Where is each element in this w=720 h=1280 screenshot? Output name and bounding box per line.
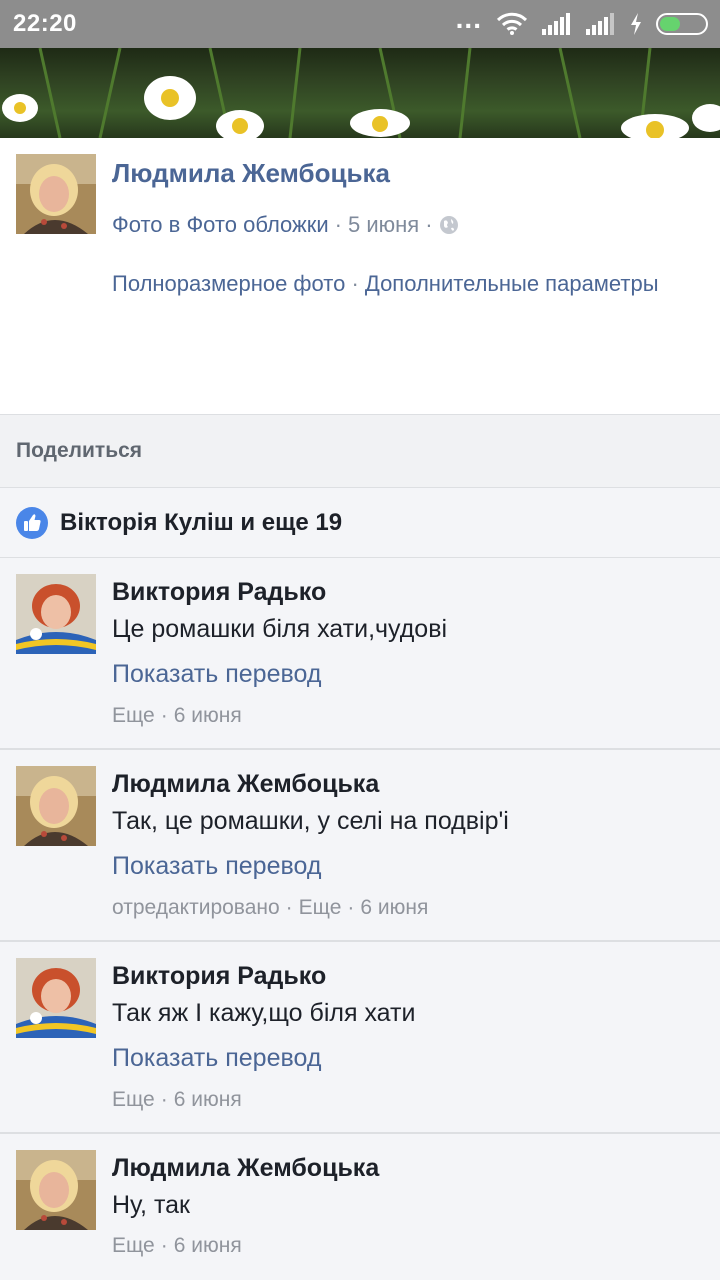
separator: · (160, 1088, 168, 1111)
signal-icon-1 (542, 13, 570, 35)
avatar[interactable] (16, 1150, 96, 1230)
separator: · (347, 896, 355, 919)
more-options-link[interactable]: Дополнительные параметры (365, 271, 659, 296)
status-bar: 22:20 ... (0, 0, 720, 48)
show-translation-link[interactable]: Показать перевод (112, 1044, 321, 1073)
separator: · (160, 1234, 168, 1257)
comment-meta: Еще · 6 июня (112, 704, 242, 728)
comment-date: 6 июня (173, 1088, 242, 1111)
comment-author[interactable]: Людмила Жембоцька (112, 770, 379, 799)
share-bar[interactable]: Поделиться (0, 415, 720, 488)
comment-meta: Еще · 6 июня (112, 1088, 242, 1112)
avatar[interactable] (16, 766, 96, 846)
more-link[interactable]: Еще (112, 704, 155, 727)
separator: · (160, 704, 168, 727)
comment-author[interactable]: Виктория Радько (112, 578, 326, 607)
likes-summary[interactable]: Вікторія Куліш и еще 19 (60, 509, 342, 537)
separator: · (285, 896, 293, 919)
show-translation-link[interactable]: Показать перевод (112, 660, 321, 689)
more-link[interactable]: Еще (112, 1234, 155, 1257)
separator: · (351, 271, 359, 296)
more-link[interactable]: Еще (112, 1088, 155, 1111)
cover-photo[interactable] (0, 48, 720, 138)
comment-text: Так, це ромашки, у селі на подвір'і (112, 807, 509, 835)
like-icon (16, 507, 48, 539)
post-meta: Фото в Фото обложки · 5 июня · (112, 212, 459, 238)
avatar[interactable] (16, 574, 96, 654)
more-notifications-icon: ... (455, 3, 482, 34)
post-links: Полноразмерное фото · Дополнительные пар… (112, 260, 672, 308)
comment: Людмила Жембоцька Так, це ромашки, у сел… (0, 750, 720, 942)
status-time: 22:20 (13, 10, 77, 37)
comment: Виктория Радько Так яж І кажу,що біля ха… (0, 942, 720, 1134)
comment: Людмила Жембоцька Ну, так Еще · 6 июня (0, 1134, 720, 1280)
comment-author[interactable]: Людмила Жембоцька (112, 1154, 379, 1183)
comment-date: 6 июня (360, 896, 429, 919)
battery-level (660, 17, 680, 31)
post-author[interactable]: Людмила Жембоцька (112, 158, 390, 189)
full-size-photo-link[interactable]: Полноразмерное фото (112, 271, 345, 296)
comment-text: Ну, так (112, 1191, 190, 1219)
photo-post: Людмила Жембоцька Фото в Фото обложки · … (0, 138, 720, 415)
avatar[interactable] (16, 958, 96, 1038)
wifi-icon (496, 12, 528, 35)
comment-text: Так яж І кажу,що біля хати (112, 999, 416, 1027)
edited-label: отредактировано (112, 896, 280, 919)
globe-icon (439, 216, 458, 234)
comment-author[interactable]: Виктория Радько (112, 962, 326, 991)
comment-date: 6 июня (173, 704, 242, 727)
comment: Виктория Радько Це ромашки біля хати,чуд… (0, 558, 720, 750)
comment-text: Це ромашки біля хати,чудові (112, 615, 448, 643)
separator: · (425, 212, 433, 237)
share-button[interactable]: Поделиться (16, 439, 142, 463)
comment-meta: Еще · 6 июня (112, 1234, 242, 1258)
post-date[interactable]: 5 июня (348, 212, 419, 238)
comment-meta: отредактировано · Еще · 6 июня (112, 896, 428, 920)
album-link[interactable]: Фото в Фото обложки (112, 212, 329, 238)
show-translation-link[interactable]: Показать перевод (112, 852, 321, 881)
avatar[interactable] (16, 154, 96, 234)
daisies-image (2, 48, 720, 138)
more-link[interactable]: Еще (299, 896, 342, 919)
comment-date: 6 июня (173, 1234, 242, 1257)
battery-icon (656, 13, 708, 35)
charging-icon (631, 13, 641, 35)
separator: · (334, 212, 342, 237)
likes-row[interactable]: Вікторія Куліш и еще 19 (0, 488, 720, 558)
signal-icon-2 (586, 13, 614, 35)
status-icons: ... (456, 5, 708, 36)
